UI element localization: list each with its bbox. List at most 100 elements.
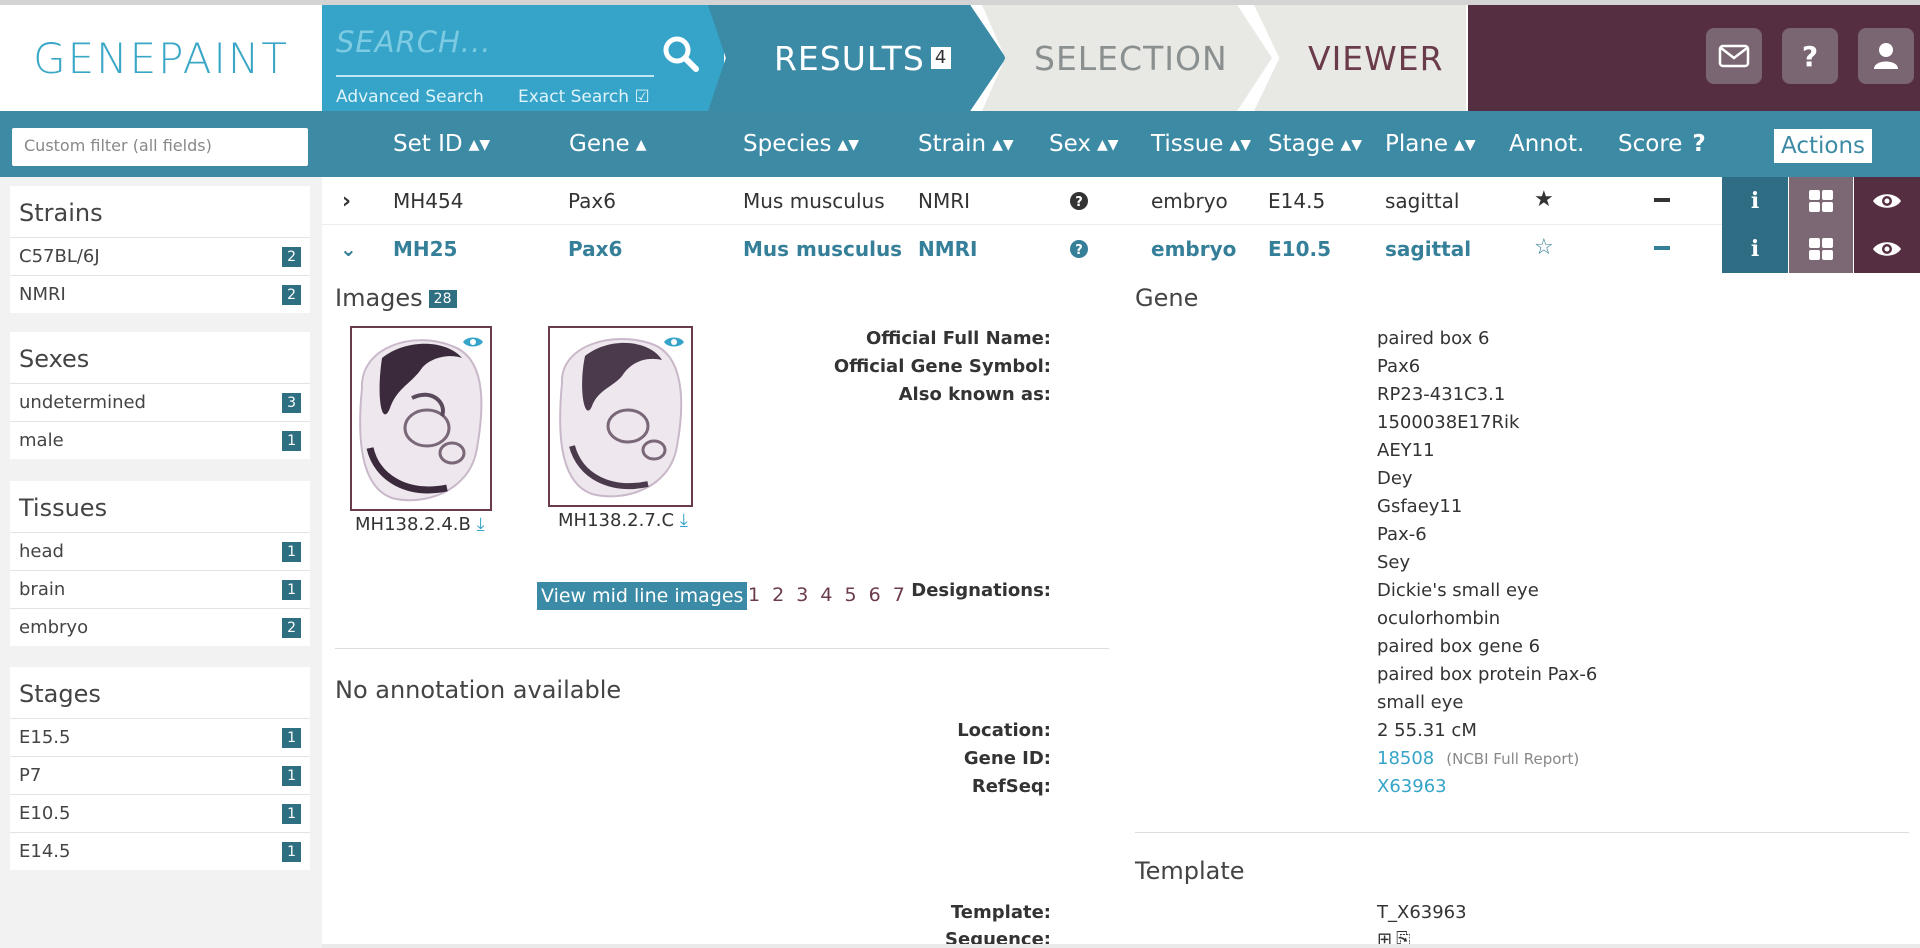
facet-item[interactable]: NMRI 2 (10, 275, 310, 313)
gene-section-title: Gene (1135, 284, 1199, 312)
facet-item-label: head (19, 541, 64, 562)
designation-value: paired box gene 6 (1377, 636, 1541, 657)
facet-count-badge: 2 (282, 617, 301, 638)
full-name-label: Official Full Name: (866, 328, 1051, 349)
facet-item[interactable]: head 1 (10, 532, 310, 570)
tab-viewer[interactable]: VIEWER (1254, 5, 1466, 111)
ncbi-report-link[interactable]: (NCBI Full Report) (1446, 750, 1579, 768)
refseq-label: RefSeq: (971, 776, 1051, 797)
tab-results[interactable]: RESULTS 4 (708, 5, 1006, 111)
facet-item-label: E10.5 (19, 803, 71, 824)
help-icon: ? (1692, 131, 1706, 157)
refseq-link[interactable]: X63963 (1377, 776, 1447, 797)
custom-filter-input[interactable]: Custom filter (all fields) (12, 128, 308, 166)
facet-item[interactable]: male 1 (10, 421, 310, 459)
facet-title: Stages (19, 680, 101, 708)
col-sex-label: Sex (1049, 131, 1091, 157)
tab-selection[interactable]: SELECTION (982, 5, 1272, 111)
facet-item[interactable]: embryo 2 (10, 608, 310, 646)
results-table-header: Custom filter (all fields) Set ID ▲▼ Gene… (0, 111, 1920, 177)
col-plane[interactable]: Plane ▲▼ (1385, 131, 1476, 157)
info-button[interactable]: i (1722, 177, 1788, 225)
stages-facet: Stages E15.5 1 P7 1 E10.5 1 E14.5 1 (10, 667, 310, 870)
facet-item[interactable]: brain 1 (10, 570, 310, 608)
facet-item[interactable]: E10.5 1 (10, 794, 310, 832)
col-species[interactable]: Species ▲▼ (743, 131, 859, 157)
actions-button[interactable]: Actions (1774, 129, 1872, 163)
facet-item-label: male (19, 430, 64, 451)
sort-icon: ▲▼ (837, 136, 860, 153)
table-row-expanded[interactable]: ⌄ MH25 Pax6 Mus musculus NMRI ? embryo E… (322, 225, 1920, 273)
facet-item[interactable]: undetermined 3 (10, 383, 310, 421)
download-icon[interactable]: ⤓ (477, 514, 485, 535)
search-box: SEARCH... Advanced Search Exact Search ☑ (322, 5, 724, 111)
facet-count-badge: 1 (282, 803, 301, 824)
designation-value: small eye (1377, 692, 1464, 713)
image-thumbnail[interactable] (350, 326, 492, 511)
download-icon[interactable]: ⤓ (680, 510, 688, 531)
facet-count-badge: 3 (282, 392, 301, 413)
designation-value: Dickie's small eye (1377, 580, 1539, 601)
image-caption: MH138.2.4.B ⤓ (355, 514, 485, 535)
view-button[interactable] (1854, 225, 1920, 273)
col-set-id[interactable]: Set ID ▲▼ (393, 131, 490, 157)
header-actions-panel: ? (1468, 5, 1920, 111)
facet-count-badge: 1 (282, 841, 301, 862)
col-score-label: Score (1618, 131, 1683, 157)
app-logo[interactable]: GENEPAINT (0, 5, 322, 111)
col-stage[interactable]: Stage ▲▼ (1268, 131, 1362, 157)
facet-item[interactable]: P7 1 (10, 756, 310, 794)
gene-id-row: 18508 (NCBI Full Report) (1377, 748, 1579, 769)
facet-item[interactable]: E14.5 1 (10, 832, 310, 870)
col-sex[interactable]: Sex ▲▼ (1049, 131, 1119, 157)
gene-symbol-value: Pax6 (1377, 356, 1421, 377)
col-tissue[interactable]: Tissue ▲▼ (1151, 131, 1251, 157)
user-button[interactable] (1858, 28, 1914, 84)
facet-item-label: E15.5 (19, 727, 71, 748)
user-icon (1874, 43, 1898, 69)
facet-count-badge: 1 (282, 727, 301, 748)
eye-icon[interactable] (462, 334, 484, 353)
location-value: 2 55.31 cM (1377, 720, 1477, 741)
star-outline-icon: ☆ (1534, 235, 1554, 260)
cell-strain: NMRI (918, 237, 978, 261)
search-input[interactable]: SEARCH... (336, 25, 491, 59)
table-row[interactable]: › MH454 Pax6 Mus musculus NMRI ? embryo … (322, 177, 1920, 225)
expand-chevron-icon[interactable]: › (342, 189, 351, 214)
facet-count-badge: 1 (282, 430, 301, 451)
divider (1135, 832, 1909, 833)
gene-id-label: Gene ID: (963, 748, 1051, 769)
tab-viewer-label: VIEWER (1308, 38, 1444, 78)
col-stage-label: Stage (1268, 131, 1335, 157)
facet-item[interactable]: E15.5 1 (10, 718, 310, 756)
col-annot-label: Annot. (1509, 131, 1585, 157)
aka-value: Pax-6 (1377, 524, 1427, 545)
facet-item[interactable]: C57BL/6J 2 (10, 237, 310, 275)
advanced-search-link[interactable]: Advanced Search (336, 87, 484, 107)
images-title-label: Images (335, 284, 423, 312)
score-dash (1654, 246, 1670, 250)
exact-search-toggle[interactable]: Exact Search ☑ (518, 87, 650, 107)
view-mid-line-images-button[interactable]: View mid line images (537, 582, 748, 610)
help-icon: ? (1801, 39, 1819, 73)
image-thumbnail[interactable] (548, 326, 693, 507)
col-strain[interactable]: Strain ▲▼ (918, 131, 1014, 157)
collapse-chevron-icon[interactable]: ⌄ (340, 237, 357, 261)
location-label: Location: (957, 720, 1051, 741)
help-button[interactable]: ? (1782, 28, 1838, 84)
facet-item-label: NMRI (19, 284, 66, 305)
gene-id-link[interactable]: 18508 (1377, 748, 1434, 769)
grid-view-button[interactable] (1788, 225, 1854, 273)
col-gene[interactable]: Gene ▲ (569, 131, 646, 157)
cell-strain: NMRI (918, 189, 971, 213)
view-button[interactable] (1854, 177, 1920, 225)
gene-symbol-label: Official Gene Symbol: (833, 356, 1051, 377)
eye-icon[interactable] (663, 334, 685, 353)
search-icon[interactable] (660, 33, 702, 75)
col-score[interactable]: Score? (1618, 131, 1706, 157)
mail-button[interactable] (1706, 28, 1762, 84)
svg-text:?: ? (1075, 243, 1083, 258)
info-button[interactable]: i (1722, 225, 1788, 273)
grid-view-button[interactable] (1788, 177, 1854, 225)
col-tissue-label: Tissue (1151, 131, 1224, 157)
